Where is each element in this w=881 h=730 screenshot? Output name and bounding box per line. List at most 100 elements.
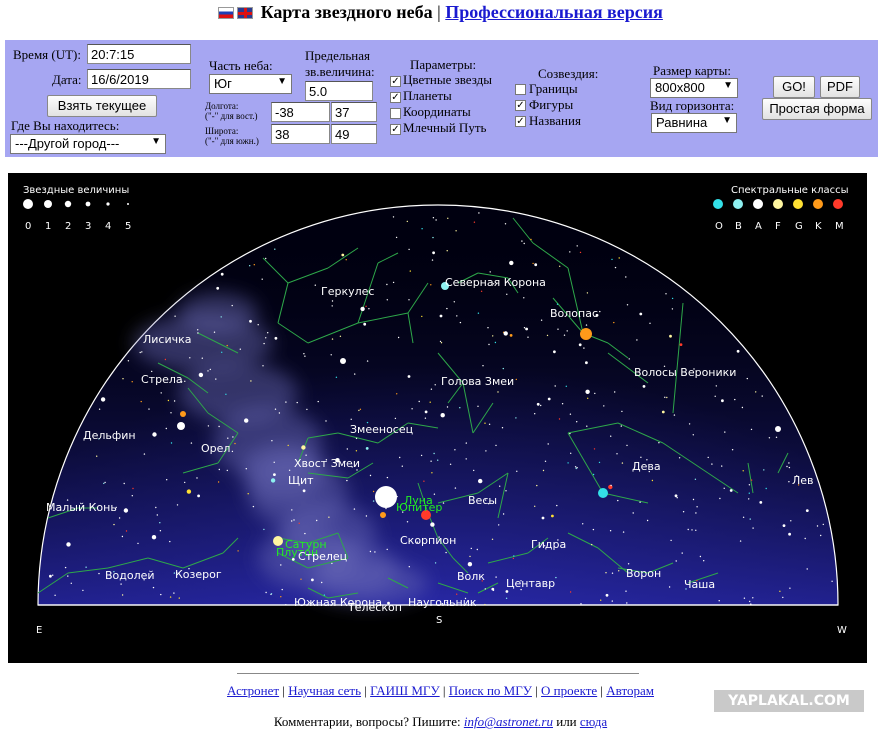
constellation-label: Щит bbox=[288, 474, 314, 487]
spectral-legend-dot bbox=[833, 199, 843, 209]
star bbox=[613, 321, 615, 324]
star bbox=[271, 440, 273, 442]
russian-flag-icon[interactable] bbox=[218, 7, 235, 19]
english-flag-icon[interactable] bbox=[237, 7, 254, 19]
planets-checkbox[interactable]: ✓ bbox=[390, 92, 401, 103]
star bbox=[609, 530, 612, 532]
simple-form-button[interactable]: Простая форма bbox=[762, 98, 872, 120]
longitude-degrees-input[interactable] bbox=[271, 102, 330, 122]
star bbox=[366, 360, 369, 362]
location-select[interactable]: ---Другой город--- ▼ bbox=[10, 134, 166, 154]
use-current-time-button[interactable]: Взять текущее bbox=[47, 95, 157, 117]
star bbox=[245, 468, 247, 470]
star bbox=[491, 538, 494, 540]
boundaries-checkbox[interactable] bbox=[515, 84, 526, 95]
spectral-legend-value: G bbox=[795, 221, 803, 232]
constellation-label: Козерог bbox=[175, 568, 222, 581]
star bbox=[265, 337, 267, 339]
colored-stars-checkbox[interactable]: ✓ bbox=[390, 76, 401, 87]
star bbox=[164, 358, 167, 361]
date-input[interactable] bbox=[87, 69, 191, 89]
star bbox=[748, 492, 750, 494]
sai-msu-link[interactable]: ГАИШ МГУ bbox=[370, 683, 440, 698]
star bbox=[173, 592, 175, 594]
horizon-select[interactable]: Равнина ▼ bbox=[651, 113, 737, 133]
star bbox=[603, 405, 605, 407]
star bbox=[763, 469, 765, 471]
star bbox=[585, 324, 588, 326]
figures-checkbox[interactable]: ✓ bbox=[515, 100, 526, 111]
star bbox=[671, 308, 674, 310]
star bbox=[280, 596, 282, 598]
constellation-label: Лисичка bbox=[143, 333, 192, 346]
astronet-link[interactable]: Астронет bbox=[227, 683, 279, 698]
magnitude-input[interactable] bbox=[305, 81, 373, 101]
star bbox=[197, 494, 201, 498]
star bbox=[52, 574, 54, 576]
about-link[interactable]: О проекте bbox=[541, 683, 597, 698]
star bbox=[159, 530, 162, 532]
sky-part-select[interactable]: Юг ▼ bbox=[209, 74, 292, 94]
star bbox=[587, 397, 589, 399]
science-network-link[interactable]: Научная сеть bbox=[288, 683, 361, 698]
star bbox=[559, 265, 561, 267]
star bbox=[502, 367, 504, 370]
star bbox=[505, 590, 509, 593]
star bbox=[459, 407, 461, 409]
authors-link[interactable]: Авторам bbox=[606, 683, 654, 698]
pro-version-link[interactable]: Профессиональная версия bbox=[445, 2, 663, 22]
star bbox=[576, 245, 578, 247]
pdf-button[interactable]: PDF bbox=[820, 76, 860, 98]
star bbox=[614, 391, 616, 393]
star bbox=[263, 528, 265, 531]
sky-chart: Геркулес Северная Корона Волопас Лисичка Стр… bbox=[23, 185, 849, 636]
msu-search-link[interactable]: Поиск по МГУ bbox=[449, 683, 532, 698]
milky-way-checkbox[interactable]: ✓ bbox=[390, 124, 401, 135]
star bbox=[250, 380, 252, 382]
star-map[interactable]: Геркулес Северная Корона Волопас Лисичка Стр… bbox=[8, 173, 867, 663]
comment-prefix: Комментарии, вопросы? Пишите: bbox=[273, 714, 461, 729]
latitude-degrees-input[interactable] bbox=[271, 124, 330, 144]
coordinates-checkbox[interactable] bbox=[390, 108, 401, 119]
map-size-select[interactable]: 800x800 ▼ bbox=[650, 78, 738, 98]
star bbox=[666, 396, 668, 399]
longitude-minutes-input[interactable] bbox=[331, 102, 377, 122]
sky-part-value: Юг bbox=[214, 76, 232, 91]
star bbox=[365, 447, 369, 450]
here-link[interactable]: сюда bbox=[580, 714, 607, 729]
constellation-label: Чаша bbox=[684, 578, 715, 591]
star bbox=[434, 562, 437, 564]
time-input[interactable] bbox=[87, 44, 191, 64]
names-checkbox[interactable]: ✓ bbox=[515, 116, 526, 127]
control-panel: Время (UT): Дата: Взять текущее Где Вы н… bbox=[5, 40, 878, 157]
star bbox=[104, 481, 106, 484]
star bbox=[184, 481, 186, 484]
star bbox=[661, 410, 665, 414]
compass-east: E bbox=[36, 625, 42, 636]
star bbox=[585, 389, 590, 394]
star bbox=[49, 574, 52, 578]
star bbox=[278, 412, 281, 414]
star bbox=[434, 384, 436, 386]
star bbox=[527, 336, 529, 338]
time-label: Время (UT): bbox=[13, 47, 81, 62]
star bbox=[435, 219, 437, 221]
star bbox=[170, 412, 172, 414]
star bbox=[397, 336, 400, 339]
email-link[interactable]: info@astronet.ru bbox=[464, 714, 553, 729]
latitude-minutes-input[interactable] bbox=[331, 124, 377, 144]
star bbox=[505, 597, 508, 599]
go-button[interactable]: GO! bbox=[773, 76, 815, 98]
star bbox=[579, 251, 582, 254]
star bbox=[724, 431, 726, 433]
star bbox=[699, 555, 702, 558]
star bbox=[626, 304, 629, 306]
star bbox=[267, 332, 269, 334]
page-title: Карта звездного неба | Профессиональная … bbox=[0, 2, 881, 23]
star bbox=[534, 505, 536, 507]
star bbox=[433, 493, 436, 495]
star bbox=[420, 454, 423, 457]
star bbox=[591, 543, 593, 546]
star bbox=[583, 347, 585, 349]
star bbox=[249, 319, 252, 323]
